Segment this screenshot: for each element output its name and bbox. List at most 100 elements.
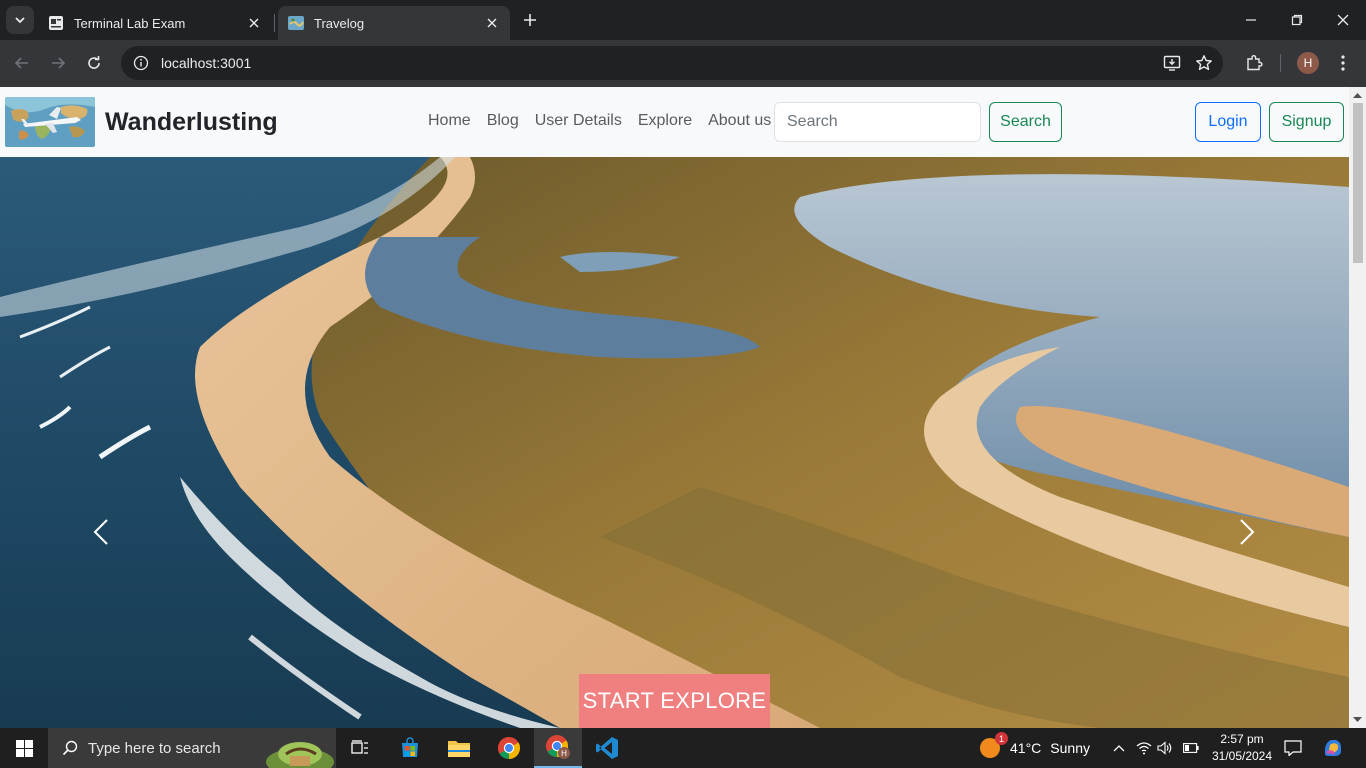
reload-button[interactable] — [81, 50, 107, 76]
ms-store-button[interactable] — [386, 728, 434, 768]
scroll-down-icon[interactable] — [1353, 715, 1362, 724]
speaker-icon — [1157, 741, 1172, 755]
weather-widget[interactable]: 1 41°C Sunny — [980, 728, 1090, 768]
task-view-button[interactable] — [336, 728, 384, 768]
copilot-icon — [1324, 740, 1341, 756]
battery-status[interactable] — [1181, 738, 1201, 758]
site-search-button[interactable]: Search — [989, 102, 1062, 142]
nav-link-blog[interactable]: Blog — [479, 112, 527, 130]
brand-logo[interactable] — [5, 97, 95, 147]
taskbar-search-box[interactable]: Type here to search — [48, 728, 336, 768]
install-app-button[interactable] — [1159, 50, 1185, 76]
weather-alert-badge: 1 — [995, 732, 1008, 745]
page-scrollbar[interactable] — [1349, 87, 1366, 728]
new-tab-button[interactable] — [518, 8, 542, 32]
battery-icon — [1183, 743, 1199, 753]
clock-date: 31/05/2024 — [1211, 749, 1273, 763]
start-explore-button[interactable]: START EXPLORE — [579, 674, 770, 728]
task-view-icon — [351, 740, 368, 754]
star-icon — [1196, 55, 1212, 71]
vscode-icon — [596, 737, 618, 759]
show-hidden-icons-button[interactable] — [1109, 738, 1129, 758]
weather-condition: Sunny — [1050, 740, 1090, 756]
main-nav: Home Blog User Details Explore About us — [420, 112, 779, 130]
scroll-thumb[interactable] — [1353, 103, 1363, 263]
nav-link-about-us[interactable]: About us — [700, 112, 779, 130]
close-icon[interactable] — [484, 15, 500, 31]
browser-tab-strip: Terminal Lab Exam Travelog — [0, 0, 1366, 40]
nav-link-user-details[interactable]: User Details — [527, 112, 630, 130]
signup-button[interactable]: Signup — [1269, 102, 1344, 142]
network-status[interactable] — [1134, 738, 1154, 758]
chrome-profile-button[interactable]: H — [534, 728, 582, 768]
arrow-right-icon — [52, 57, 66, 69]
minimize-icon — [1246, 19, 1256, 21]
chrome-profile-icon: H — [546, 735, 570, 759]
nav-link-home[interactable]: Home — [420, 112, 479, 130]
close-icon — [1337, 14, 1349, 26]
world-map-airplane-icon — [5, 97, 95, 147]
kebab-menu-icon — [1341, 55, 1345, 71]
toolbar-separator — [1280, 54, 1281, 72]
install-icon — [1163, 55, 1181, 71]
taskbar-clock[interactable]: 2:57 pm 31/05/2024 — [1202, 731, 1282, 765]
chevron-up-icon — [1113, 745, 1125, 752]
login-button[interactable]: Login — [1195, 102, 1261, 142]
site-search-input[interactable] — [774, 102, 981, 142]
start-button[interactable] — [0, 728, 48, 768]
chevron-down-icon — [15, 17, 25, 24]
tab-title: Travelog — [314, 15, 365, 31]
document-icon — [49, 16, 63, 30]
minimize-button[interactable] — [1228, 0, 1274, 40]
reload-icon — [88, 56, 100, 69]
restore-button[interactable] — [1274, 0, 1320, 40]
chevron-left-icon — [93, 519, 108, 545]
profile-avatar[interactable]: H — [1297, 52, 1319, 74]
close-icon[interactable] — [246, 15, 262, 31]
carousel-next-button[interactable] — [1232, 517, 1262, 547]
volume-control[interactable] — [1155, 738, 1175, 758]
hero-carousel — [0, 157, 1349, 728]
tab-travelog[interactable]: Travelog — [278, 6, 510, 40]
restore-icon — [1291, 14, 1303, 26]
chrome-button[interactable] — [485, 728, 533, 768]
bookmark-button[interactable] — [1191, 50, 1217, 76]
clock-time: 2:57 pm — [1220, 732, 1264, 746]
wifi-icon — [1136, 742, 1152, 755]
browser-toolbar: localhost:3001 — [0, 40, 1366, 87]
puzzle-icon — [1247, 55, 1263, 71]
tab-search-button[interactable] — [6, 6, 34, 34]
page-viewport: Wanderlusting Home Blog User Details Exp… — [0, 87, 1366, 728]
chrome-icon — [498, 737, 520, 759]
map-icon — [288, 16, 304, 30]
chevron-right-icon — [1240, 519, 1255, 545]
tab-terminal-lab-exam[interactable]: Terminal Lab Exam — [38, 6, 272, 40]
plus-icon — [524, 14, 536, 26]
search-icon — [62, 740, 78, 756]
notification-icon — [1284, 740, 1302, 756]
beach-aerial-photo — [0, 157, 1349, 728]
file-explorer-button[interactable] — [435, 728, 483, 768]
windows-taskbar: Type here to search H 1 41°C Sunny 2:57 … — [0, 728, 1366, 768]
search-highlight-illustration — [266, 742, 334, 768]
copilot-button[interactable] — [1322, 737, 1344, 759]
scroll-up-icon[interactable] — [1353, 91, 1362, 100]
store-icon — [402, 737, 418, 757]
arrow-left-icon — [14, 57, 28, 69]
nav-link-explore[interactable]: Explore — [630, 112, 700, 130]
notifications-button[interactable] — [1283, 738, 1303, 758]
weather-sun-icon: 1 — [980, 732, 1008, 758]
carousel-prev-button[interactable] — [86, 517, 116, 547]
site-brand[interactable]: Wanderlusting — [105, 108, 278, 137]
site-navbar: Wanderlusting Home Blog User Details Exp… — [0, 87, 1349, 157]
vscode-button[interactable] — [583, 728, 631, 768]
close-window-button[interactable] — [1320, 0, 1366, 40]
extensions-button[interactable] — [1241, 50, 1267, 76]
forward-button[interactable] — [45, 50, 71, 76]
info-icon[interactable] — [133, 55, 149, 71]
address-url: localhost:3001 — [161, 55, 252, 71]
back-button[interactable] — [9, 50, 35, 76]
browser-menu-button[interactable] — [1330, 50, 1356, 76]
address-bar[interactable]: localhost:3001 — [121, 46, 1223, 80]
weather-temperature: 41°C — [1010, 740, 1042, 756]
